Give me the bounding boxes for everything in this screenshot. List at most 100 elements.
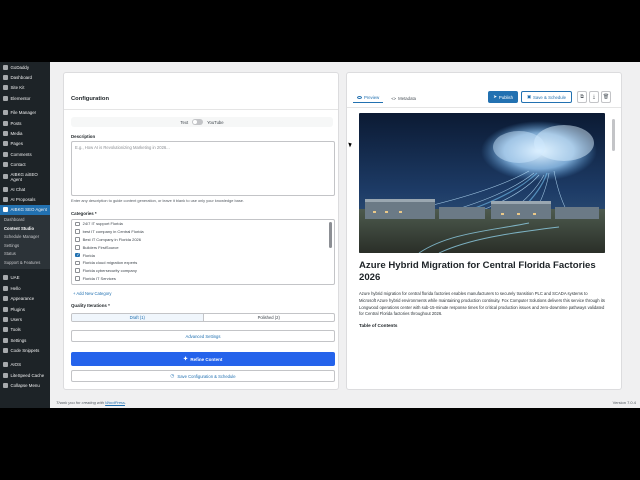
posts-icon [3, 120, 8, 126]
sidebar-item-plugins[interactable]: Plugins [0, 304, 50, 314]
sidebar-item-users[interactable]: Users [0, 314, 50, 324]
categories-list: 24/7 IT support Florida best IT company … [71, 219, 335, 285]
sidebar-item-file-manager[interactable]: File Manager [0, 108, 50, 118]
sidebar-item-uae[interactable]: UAE [0, 273, 50, 283]
clock-icon: ◷ [170, 373, 175, 378]
eye-icon [357, 96, 362, 99]
collapse-icon [3, 383, 8, 389]
factory-cloud-illustration [359, 113, 605, 253]
hero-image [359, 113, 605, 253]
users-icon [3, 316, 8, 322]
preview-panel: Preview <> Metadata ➤ Publish ▣ Save & Sche… [346, 72, 622, 390]
chat-icon [3, 186, 8, 192]
sidebar-collapse-menu[interactable]: Collapse Menu [0, 381, 50, 391]
sidebar-item-aibkg-seo-agent[interactable]: AIBKG SEO Agent [0, 204, 50, 216]
seo-agent-icon [3, 207, 8, 213]
sidebar-item-settings[interactable]: Settings [0, 335, 50, 345]
divider [64, 109, 338, 110]
add-category-link[interactable]: + Add New Category [73, 291, 112, 296]
sidebar-submenu: Dashboard Content Studio Schedule Manage… [0, 215, 50, 269]
wordpress-link[interactable]: WordPress [105, 400, 125, 405]
sidebar-item-pages[interactable]: Pages [0, 139, 50, 149]
sidebar-item-godaddy[interactable]: GoDaddy [0, 62, 50, 72]
sidebar-item-appearance[interactable]: Appearance [0, 293, 50, 303]
preview-actions: ➤ Publish ▣ Save & Schedule ⧉ ⤓ 🗑 [488, 91, 611, 103]
category-checkbox[interactable] [75, 276, 80, 281]
copy-icon[interactable]: ⧉ [577, 91, 587, 103]
litespeed-icon [3, 372, 8, 378]
footer-version: Version 7.0.4 [612, 400, 636, 405]
elementor-icon [3, 95, 8, 101]
sidebar-item-ai-chat[interactable]: AI Chat [0, 184, 50, 194]
save-configuration-button[interactable]: ◷ Save Configuration & Schedule [71, 370, 335, 382]
quality-option-polished[interactable]: Polished (2) [202, 314, 335, 321]
trash-icon[interactable]: 🗑 [601, 91, 611, 103]
tab-metadata[interactable]: <> Metadata [387, 93, 420, 103]
category-checkbox-checked[interactable] [75, 252, 80, 258]
send-icon: ➤ [493, 94, 497, 99]
submenu-status[interactable]: Status [0, 250, 50, 259]
sidebar-item-dashboard[interactable]: Dashboard [0, 72, 50, 82]
sidebar-item-code-snippets[interactable]: Code Snippets [0, 345, 50, 355]
sidebar-item-litespeed-cache[interactable]: LiteSpeed Cache [0, 370, 50, 380]
submenu-content-studio[interactable]: Content Studio [0, 225, 50, 234]
article-intro: Azure hybrid migration for central flori… [359, 291, 605, 317]
preview-scrollbar[interactable] [612, 119, 615, 151]
configuration-heading: Configuration [71, 96, 109, 102]
category-item[interactable]: Florida cybersecurity company [72, 267, 334, 275]
tools-icon [3, 327, 8, 333]
file-manager-icon [3, 110, 8, 116]
category-item[interactable]: Best IT Company in Florida 2026 [72, 236, 334, 244]
category-item[interactable]: best IT company in Central Florida [72, 228, 334, 236]
media-icon [3, 131, 8, 137]
site-kit-icon [3, 85, 8, 91]
sidebar-item-posts[interactable]: Posts [0, 118, 50, 128]
quality-option-draft[interactable]: Draft (1) [72, 314, 203, 321]
sidebar-item-aios[interactable]: AIOS [0, 360, 50, 370]
tab-preview[interactable]: Preview [353, 93, 384, 103]
description-textarea[interactable]: E.g., How AI is Revolutionizing Marketin… [71, 141, 335, 196]
refine-content-button[interactable]: ✚ Refine Content [71, 352, 335, 366]
category-checkbox[interactable] [75, 221, 80, 227]
toggle-text-label: Text [180, 119, 189, 125]
calendar-icon: ▣ [526, 94, 532, 99]
sidebar-item-comments[interactable]: Comments [0, 149, 50, 159]
sidebar-item-aibkg-aiseo-agent[interactable]: AIBKG aiSEO Agent [0, 170, 50, 184]
article-title: Azure Hybrid Migration for Central Flori… [359, 260, 596, 283]
plugins-icon [3, 306, 8, 312]
content-type-toggle[interactable]: Text YouTube [71, 117, 333, 127]
sidebar-item-hello[interactable]: Hello [0, 283, 50, 293]
category-item[interactable]: Florida [72, 251, 334, 259]
advanced-settings-button[interactable]: Advanced Settings [71, 330, 335, 342]
category-item[interactable]: Florida IT Services [72, 275, 334, 283]
category-item[interactable]: Builders FirstSource [72, 243, 334, 251]
save-schedule-button[interactable]: ▣ Save & Schedule [520, 91, 572, 103]
category-checkbox[interactable] [75, 268, 80, 273]
browser-viewport: GoDaddy Dashboard Site Kit Elementor Fil… [0, 62, 640, 408]
plus-icon: ✚ [183, 356, 188, 361]
code-icon: <> [391, 95, 397, 101]
submenu-settings[interactable]: Settings [0, 242, 50, 251]
comments-icon [3, 151, 8, 157]
submenu-support-features[interactable]: Support & Features [0, 259, 50, 268]
category-checkbox[interactable] [75, 260, 80, 266]
categories-scrollbar[interactable] [329, 222, 332, 248]
sidebar-item-media[interactable]: Media [0, 128, 50, 138]
category-checkbox[interactable] [75, 229, 80, 234]
sidebar-item-ai-proposals[interactable]: AI Proposals [0, 194, 50, 204]
robot-icon [3, 174, 8, 180]
sidebar-item-contact[interactable]: Contact [0, 160, 50, 170]
sidebar-item-tools[interactable]: Tools [0, 325, 50, 335]
category-checkbox[interactable] [75, 244, 80, 250]
toggle-switch[interactable] [192, 119, 204, 125]
category-item[interactable]: 24/7 IT support Florida [72, 220, 334, 228]
submenu-dashboard[interactable]: Dashboard [0, 216, 50, 225]
submenu-schedule-manager[interactable]: Schedule Manager [0, 233, 50, 242]
category-item[interactable]: Florida cloud migration experts [72, 259, 334, 267]
sidebar-item-elementor[interactable]: Elementor [0, 93, 50, 103]
category-checkbox[interactable] [75, 237, 80, 242]
quality-iterations-label: Quality Iterations * [71, 303, 110, 308]
download-icon[interactable]: ⤓ [589, 91, 599, 103]
sidebar-item-site-kit[interactable]: Site Kit [0, 83, 50, 93]
publish-button[interactable]: ➤ Publish [488, 91, 518, 103]
